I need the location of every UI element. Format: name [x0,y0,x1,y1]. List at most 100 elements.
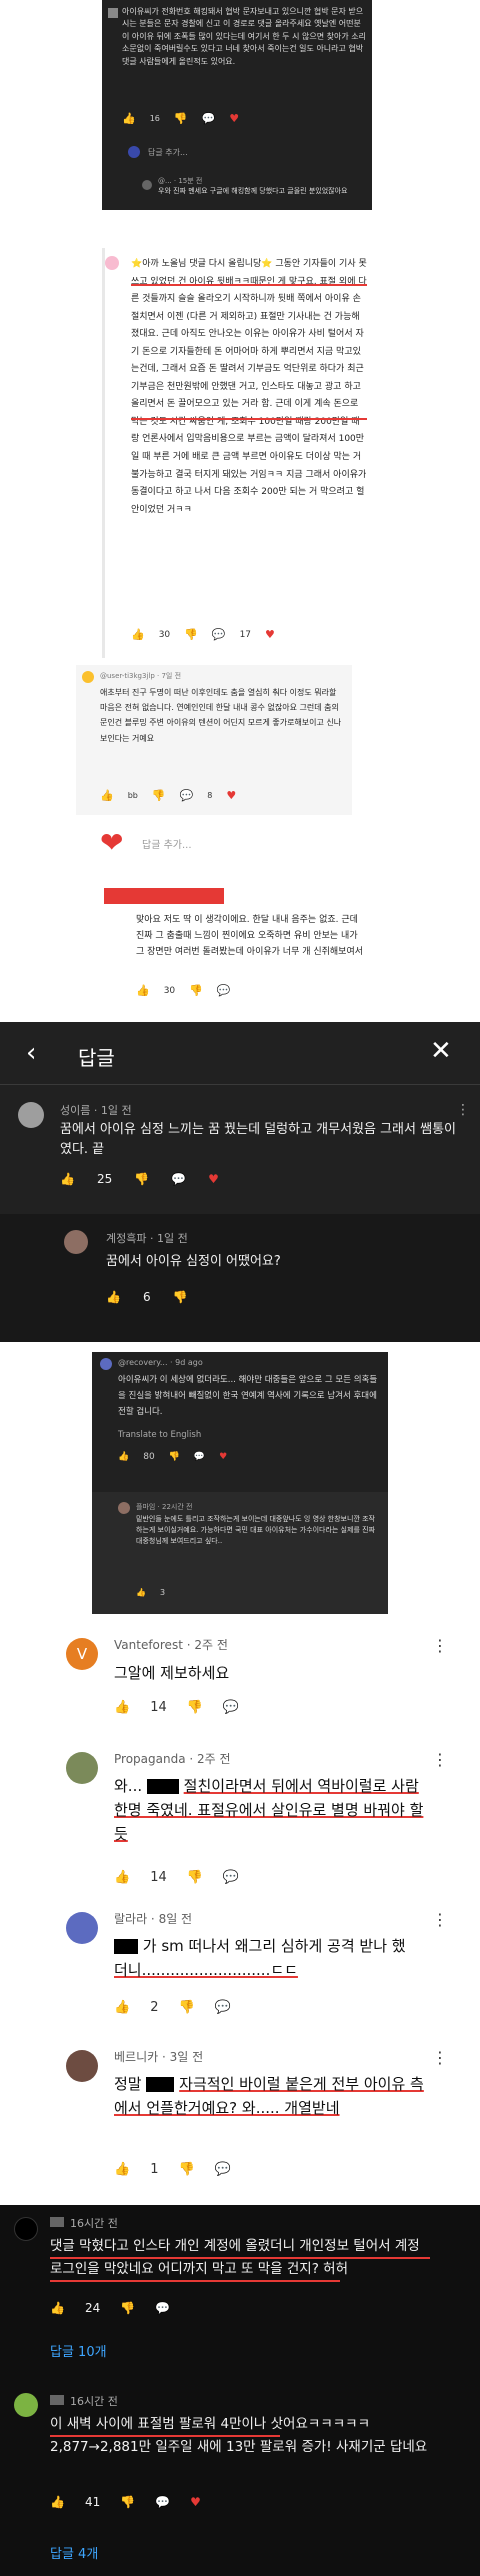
reply-icon[interactable]: 💬 [215,2162,231,2177]
like-icon[interactable]: 👍 [114,2162,130,2177]
like-count: 80 [143,1452,155,1462]
comment-body: 와... 절친이라면서 뒤에서 역바이럴로 사람 한명 죽였네. 표절유에서 살… [114,1774,424,1846]
comment-meta: @recovery... · 9d ago [118,1358,203,1367]
like-count: 25 [96,1172,113,1186]
like-icon[interactable]: 👍 [106,1290,121,1304]
close-icon[interactable]: ✕ [430,1036,452,1066]
reply-icon[interactable]: 💬 [223,1700,239,1715]
like-icon[interactable]: 👍 [114,1870,130,1885]
reply-count: 8 [207,791,213,800]
dislike-icon[interactable]: 👎 [174,112,188,125]
more-icon[interactable]: ⋮ [456,1102,470,1118]
avatar [18,1102,44,1128]
reply-icon[interactable]: 💬 [155,2301,170,2315]
back-arrow-icon[interactable]: ‹ [26,1038,36,1068]
comment-actions: 👍 80 👎 💬 ♥ [118,1452,227,1462]
avatar [66,1752,98,1784]
dislike-icon[interactable]: 👎 [120,2495,135,2509]
reply-icon[interactable]: 💬 [171,1172,186,1186]
like-icon[interactable]: 👍 [114,1700,130,1715]
like-icon[interactable]: 👍 [60,1172,75,1186]
like-icon[interactable]: 👍 [136,1588,146,1597]
reply-meta: @... · 15분 전 [158,177,203,185]
screenshot-3: @user-ti3kg3jlp · 7일 전 애초부터 진구 두명이 떠난 이후… [76,665,352,815]
screenshot-5: @recovery... · 9d ago 아이유씨가 이 세상에 없더라도..… [92,1352,388,1614]
dislike-icon[interactable]: 👎 [189,984,203,997]
comment-time: 16시간 전 [70,2217,118,2230]
dislike-icon[interactable]: 👎 [169,1452,180,1462]
dislike-icon[interactable]: 👎 [178,2162,194,2177]
like-count: 14 [150,1700,167,1715]
screenshot-4: 맞아요 저도 딱 이 생각이에요. 한달 내내 음주는 없죠. 근데 진짜 그 … [104,880,374,1010]
dislike-icon[interactable]: 👎 [178,2000,194,2015]
like-icon[interactable]: 👍 [114,2000,130,2015]
reply-icon[interactable]: 💬 [215,2000,231,2015]
translate-link[interactable]: Translate to English [118,1430,201,1440]
like-count: bb [127,791,138,800]
avatar [105,256,119,270]
dislike-icon[interactable]: 👎 [152,789,166,802]
comment-time: 16시간 전 [70,2395,118,2408]
comment-author: 랄라라 · 8일 전 [114,1912,193,1926]
comment-body: 꿈에서 아이유 심정 느끼는 꿈 꿨는데 덜렁하고 개무서웠음 그래서 쌤통이였… [60,1122,456,1158]
redaction-box [114,1939,138,1954]
view-replies-link[interactable]: 답글 4개 [50,2543,98,2562]
creator-heart-icon: ♥ [219,1452,228,1462]
reply-icon[interactable]: 💬 [223,1870,239,1885]
creator-heart-icon: ♥ [226,789,237,802]
like-icon[interactable]: 👍 [118,1452,129,1462]
comment-actions: 👍 1 👎 💬 [114,2162,231,2177]
more-icon[interactable]: ⋮ [432,2048,448,2067]
reply-box[interactable]: 답글 추가... [122,140,366,166]
more-icon[interactable]: ⋮ [432,1636,448,1655]
reply-icon[interactable]: 💬 [212,628,226,641]
reply-icon[interactable]: 💬 [194,1452,205,1462]
comment-text: 가 sm 떠나서 왜그리 심하게 공격 받나 했 [142,1937,406,1955]
reply-icon[interactable]: 💬 [202,112,216,125]
reply-icon[interactable]: 💬 [180,789,194,802]
avatar [14,2393,38,2417]
comment-actions: 👍 2 👎 💬 [114,2000,231,2015]
reply-icon[interactable]: 💬 [155,2495,170,2509]
like-icon[interactable]: 👍 [136,984,150,997]
like-count: 6 [142,1290,151,1304]
more-icon[interactable]: ⋮ [432,1750,448,1769]
checkbox-icon [108,8,118,18]
redacted-name [50,2217,64,2227]
like-icon[interactable]: 👍 [100,789,114,802]
reply-body: 밑반인들 눈에도 틀리고 조작하는게 보이는데 대중앞나도 잉 영상 한창보니깐… [136,1515,375,1545]
avatar [66,2050,98,2082]
reply-placeholder[interactable]: 답글 추가... [142,836,192,851]
avatar [100,1358,112,1370]
highlight-underline [131,418,367,420]
like-count: 2 [150,2000,159,2015]
dislike-icon[interactable]: 👎 [120,2301,135,2315]
like-count: 41 [84,2495,101,2509]
creator-heart-icon: ♥ [208,1172,219,1186]
like-icon[interactable]: 👍 [131,628,145,641]
creator-heart-icon: ♥ [190,2495,201,2509]
view-replies-link[interactable]: 답글 10개 [50,2341,107,2360]
dislike-icon[interactable]: 👎 [173,1290,188,1304]
comment-body: 아이유씨가 전화번호 해킹돼서 협박 문자보내고 있으니깐 협박 문자 받으시는… [122,7,366,66]
like-icon[interactable]: 👍 [122,112,136,125]
comment-author: 베르니카 · 3일 전 [114,2050,204,2064]
comment-text: 더니...........................ㄷㄷ [114,1961,298,1979]
dialog-title: 답글 [78,1046,115,1070]
dislike-icon[interactable]: 👎 [184,628,198,641]
more-icon[interactable]: ⋮ [432,1910,448,1929]
screenshot-1: 아이유씨가 전화번호 해킹돼서 협박 문자보내고 있으니깐 협박 문자 받으시는… [102,0,372,210]
like-count: 30 [158,629,171,640]
comment-body: 아이유씨가 이 세상에 없더라도... 해야만 대중들은 앞으로 그 모든 의혹… [118,1375,378,1418]
reply-dialog: ‹ 답글 ✕ 성이름 · 1일 전 꿈에서 아이유 심정 느끼는 꿈 꿨는데 덜… [0,1022,480,1342]
screenshot-2: ⭐아까 노올님 댓글 다시 올립니당⭐ 그동안 기자들이 기사 못쓰고 있었던 … [102,248,372,658]
reply-body: 우와 진짜 멘세요 구글에 해킹함께 당했다고 글올린 분있었잖아요 [158,187,348,195]
comment-actions: 👍 bb 👎 💬 8 ♥ [100,789,236,802]
dislike-icon[interactable]: 👎 [187,1700,203,1715]
dislike-icon[interactable]: 👎 [187,1870,203,1885]
divider [0,1084,480,1085]
like-icon[interactable]: 👍 [50,2495,65,2509]
dislike-icon[interactable]: 👎 [134,1172,149,1186]
like-icon[interactable]: 👍 [50,2301,65,2315]
reply-icon[interactable]: 💬 [217,984,231,997]
